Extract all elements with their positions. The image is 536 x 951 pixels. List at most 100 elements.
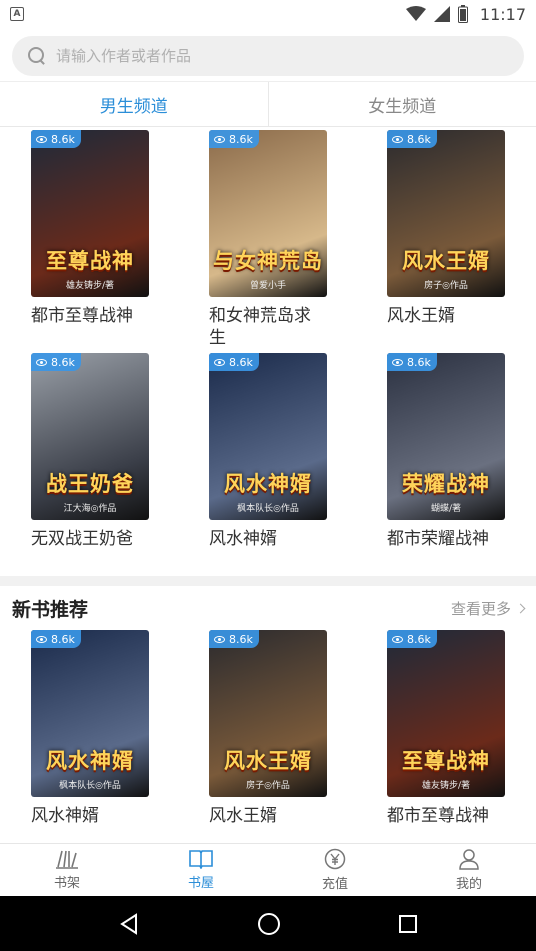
nav-bookstore[interactable]: 书屋 (134, 844, 268, 896)
cover-author-art: 曾爱小手 (249, 281, 286, 291)
view-count: 8.6k (407, 132, 431, 146)
chevron-right-icon (515, 603, 526, 613)
cover-title-art: 风水王婿 (402, 248, 490, 273)
book-title[interactable]: 风水王婿 (209, 805, 327, 827)
book-card[interactable]: 风水神婿 枫本队长◎作品 8.6k 风水神婿 (209, 353, 339, 550)
search-bar[interactable] (12, 36, 524, 76)
person-icon (459, 849, 479, 870)
book-cover[interactable]: 风水王婿房子◎作品 8.6k (387, 130, 505, 297)
book-title[interactable]: 都市至尊战神 (387, 805, 505, 827)
status-icons: 11:17 (405, 4, 526, 24)
book-title[interactable]: 都市荣耀战神 (387, 528, 505, 550)
nav-profile-label: 我的 (455, 877, 482, 892)
nav-bookshelf-label: 书架 (53, 876, 80, 891)
book-cover[interactable]: 风水神婿 枫本队长◎作品 8.6k (31, 630, 149, 797)
view-count: 8.6k (51, 132, 75, 146)
eye-icon (392, 358, 403, 366)
book-cover[interactable]: 风水神婿枫本队长◎作品 8.6k (209, 353, 327, 520)
view-count-badge: 8.6k (31, 630, 81, 648)
cover-title-art: 风水神婿 (46, 748, 134, 773)
cover-title-art: 风水神婿 (224, 471, 312, 496)
view-count: 8.6k (407, 632, 431, 646)
recents-icon[interactable] (398, 914, 418, 934)
book-cover[interactable]: 与女神荒岛曾爱小手 8.6k (209, 130, 327, 297)
book-title[interactable]: 风水神婿 (31, 805, 149, 827)
channel-tabs: 男生频道 女生频道 (0, 81, 536, 127)
book-card[interactable]: 荣耀战神蝴蝶/著 8.6k 都市荣耀战神 (387, 353, 517, 550)
book-card[interactable]: 风水王婿 房子◎作品 8.6k 风水王婿 (209, 630, 339, 827)
eye-icon (36, 358, 47, 366)
status-bar: A 11:17 (0, 0, 536, 28)
cover-author-art: 房子◎作品 (246, 781, 290, 791)
book-title[interactable]: 风水神婿 (209, 528, 327, 550)
book-title[interactable]: 无双战王奶爸 (31, 528, 149, 550)
view-count-badge: 8.6k (31, 130, 81, 148)
see-more-label: 查看更多 (450, 599, 511, 618)
view-count-badge: 8.6k (387, 630, 437, 648)
book-title[interactable]: 都市至尊战神 (31, 305, 149, 327)
app-notification-icon: A (10, 7, 24, 21)
cover-author-art: 江大海◎作品 (63, 504, 117, 514)
nav-recharge-label: 充值 (321, 877, 348, 892)
view-count: 8.6k (407, 355, 431, 369)
cover-author-art: 枫本队长◎作品 (237, 504, 299, 514)
clock: 11:17 (479, 4, 526, 24)
bookshelf-icon (56, 850, 78, 869)
view-count-badge: 8.6k (209, 630, 259, 648)
bottom-nav: 书架 书屋 充值 我的 (0, 843, 536, 896)
book-cover[interactable]: 战王奶爸 江大海◎作品 8.6k (31, 353, 149, 520)
view-count: 8.6k (229, 632, 253, 646)
book-cover[interactable]: 荣耀战神蝴蝶/著 8.6k (387, 353, 505, 520)
home-icon[interactable] (257, 912, 281, 936)
book-cover[interactable]: 至尊战神雄友铸步/著 8.6k (31, 130, 149, 297)
tab-female-channel[interactable]: 女生频道 (267, 82, 536, 126)
view-count: 8.6k (51, 355, 75, 369)
view-count: 8.6k (51, 632, 75, 646)
eye-icon (36, 135, 47, 143)
system-nav-bar (0, 896, 536, 951)
eye-icon (392, 135, 403, 143)
cover-title-art: 荣耀战神 (402, 471, 490, 496)
search-input[interactable] (56, 47, 476, 65)
section-title: 新书推荐 (12, 598, 89, 621)
book-title[interactable]: 风水王婿 (387, 305, 505, 327)
view-count-badge: 8.6k (209, 353, 259, 371)
book-card[interactable]: 风水神婿 枫本队长◎作品 8.6k 风水神婿 (31, 630, 161, 827)
cover-title-art: 至尊战神 (46, 248, 134, 273)
see-more-link[interactable]: 查看更多 (450, 598, 526, 619)
book-card[interactable]: 战王奶爸 江大海◎作品 8.6k 无双战王奶爸 (31, 353, 161, 550)
view-count-badge: 8.6k (387, 130, 437, 148)
book-card[interactable]: 至尊战神雄友铸步/著 8.6k 都市至尊战神 (31, 130, 161, 327)
view-count-badge: 8.6k (209, 130, 259, 148)
cover-author-art: 雄友铸步/著 (65, 281, 115, 291)
cover-title-art: 与女神荒岛 (213, 248, 323, 273)
book-cover[interactable]: 风水王婿 房子◎作品 8.6k (209, 630, 327, 797)
tab-male-channel[interactable]: 男生频道 (0, 82, 268, 126)
new-books-header: 新书推荐 查看更多 (0, 592, 536, 624)
view-count-badge: 8.6k (31, 353, 81, 371)
section-divider (0, 576, 536, 586)
eye-icon (214, 635, 225, 643)
cover-author-art: 蝴蝶/著 (430, 504, 462, 514)
nav-bookshelf[interactable]: 书架 (0, 844, 134, 896)
book-card[interactable]: 至尊战神雄友铸步/著 8.6k 都市至尊战神 (387, 630, 517, 827)
view-count-badge: 8.6k (387, 353, 437, 371)
cover-author-art: 房子◎作品 (424, 281, 468, 291)
eye-icon (214, 135, 225, 143)
signal-icon (433, 6, 450, 22)
view-count: 8.6k (229, 132, 253, 146)
yen-icon (324, 848, 346, 870)
book-cover[interactable]: 至尊战神雄友铸步/著 8.6k (387, 630, 505, 797)
book-card[interactable]: 与女神荒岛曾爱小手 8.6k 和女神荒岛求生 (209, 130, 339, 349)
back-icon[interactable] (118, 912, 140, 935)
cover-title-art: 至尊战神 (402, 748, 490, 773)
eye-icon (36, 635, 47, 643)
book-card[interactable]: 风水王婿 房子◎作品 8.6k 风水王婿 (387, 130, 517, 327)
search-icon (28, 47, 46, 65)
nav-bookstore-label: 书屋 (187, 876, 214, 891)
nav-recharge[interactable]: 充值 (268, 844, 402, 896)
battery-icon (457, 5, 468, 23)
cover-author-art: 雄友铸步/著 (421, 781, 471, 791)
book-title[interactable]: 和女神荒岛求生 (209, 305, 327, 349)
nav-profile[interactable]: 我的 (402, 844, 536, 896)
